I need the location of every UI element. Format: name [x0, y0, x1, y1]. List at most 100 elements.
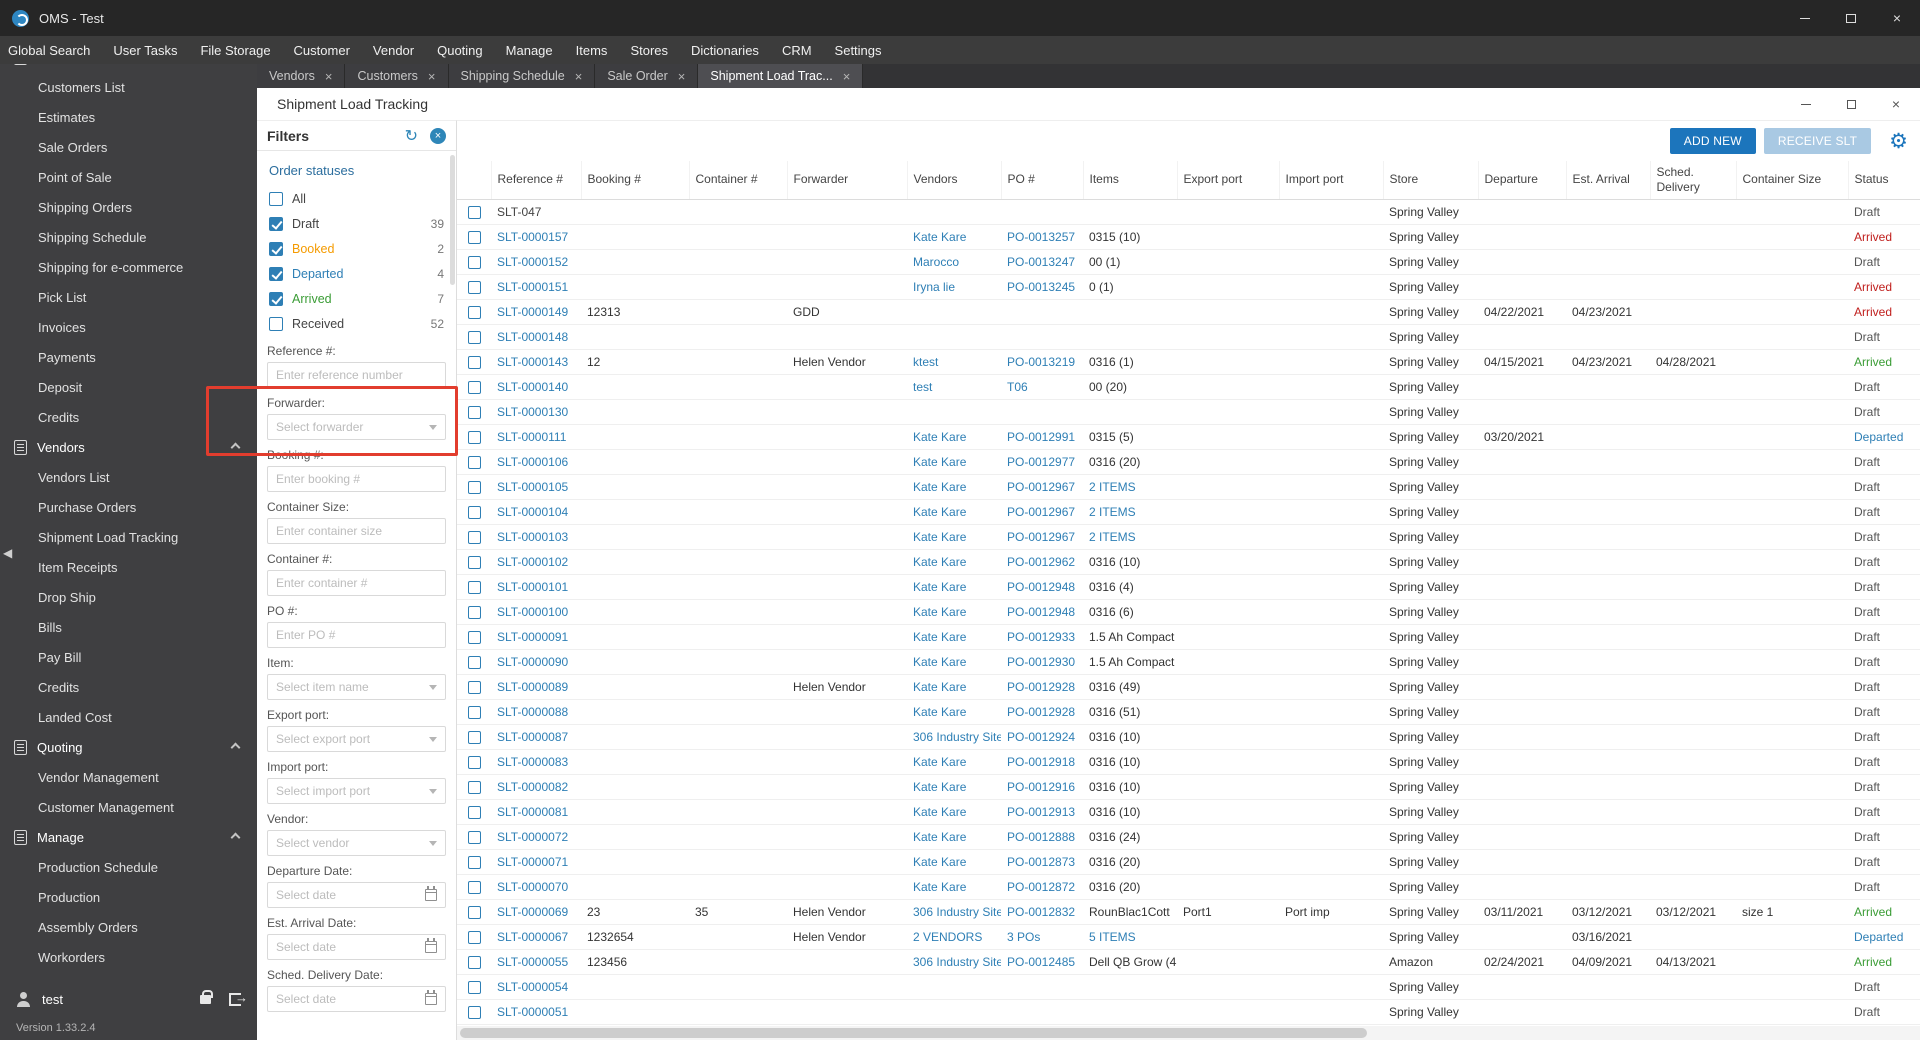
cell-vendors[interactable]: Kate Kare	[907, 799, 1001, 825]
cell-po[interactable]: PO-0012967	[1001, 524, 1083, 550]
cell-reference[interactable]: SLT-0000149	[491, 299, 581, 325]
table-row[interactable]: SLT-0000070 Kate Kare PO-0012872 0316 (2…	[457, 874, 1920, 900]
close-button[interactable]: ×	[1874, 0, 1920, 36]
status-checkbox[interactable]	[269, 191, 283, 206]
table-row[interactable]: SLT-0000087 306 Industry Site PO-0012924…	[457, 724, 1920, 750]
cell-po[interactable]: 3 POs	[1001, 924, 1083, 950]
sidebar-item[interactable]: Customers List	[0, 72, 257, 102]
cell-items[interactable]: 2 ITEMS	[1083, 474, 1177, 500]
column-header[interactable]: Export port	[1177, 161, 1280, 200]
row-checkbox[interactable]	[467, 1005, 481, 1019]
cell-items[interactable]: 0316 (10)	[1083, 799, 1177, 825]
row-checkbox[interactable]	[467, 980, 481, 994]
cell-vendors[interactable]: Kate Kare	[907, 599, 1001, 625]
cell-reference[interactable]: SLT-0000104	[491, 499, 581, 525]
table-row[interactable]: SLT-0000069 23 35 Helen Vendor 306 Indus…	[457, 899, 1920, 925]
cell-po[interactable]: PO-0012928	[1001, 699, 1083, 725]
filter-field-input[interactable]: Select export port	[267, 726, 446, 752]
cell-reference[interactable]: SLT-0000152	[491, 249, 581, 275]
row-checkbox[interactable]	[467, 930, 481, 944]
cell-po[interactable]	[1001, 999, 1083, 1025]
cell-items[interactable]: RounBlac1Cott	[1083, 899, 1177, 925]
cell-vendors[interactable]: Kate Kare	[907, 524, 1001, 550]
cell-reference[interactable]: SLT-0000088	[491, 699, 581, 725]
cell-items[interactable]: 5 ITEMS	[1083, 924, 1177, 950]
cell-reference[interactable]: SLT-0000051	[491, 999, 581, 1025]
maximize-button[interactable]	[1828, 0, 1874, 36]
row-checkbox[interactable]	[467, 530, 481, 544]
tab[interactable]: Customers	[345, 64, 449, 88]
row-checkbox[interactable]	[467, 455, 481, 469]
row-checkbox[interactable]	[467, 780, 481, 794]
sidebar-item[interactable]: Estimates	[0, 102, 257, 132]
cell-po[interactable]	[1001, 199, 1083, 225]
cell-items[interactable]: 0316 (10)	[1083, 549, 1177, 575]
table-row[interactable]: SLT-0000148 Spring Valley Draft	[457, 324, 1920, 350]
cell-po[interactable]: PO-0012933	[1001, 624, 1083, 650]
sidebar-item[interactable]: Workorders	[0, 942, 257, 972]
row-checkbox[interactable]	[467, 605, 481, 619]
cell-items[interactable]: 0 (1)	[1083, 274, 1177, 300]
cell-reference[interactable]: SLT-0000143	[491, 349, 581, 375]
cell-reference[interactable]: SLT-0000089	[491, 674, 581, 700]
lock-icon[interactable]	[200, 989, 213, 1004]
sidebar-item[interactable]: Vendors List	[0, 462, 257, 492]
sidebar-item[interactable]: Shipping Schedule	[0, 222, 257, 252]
cell-items[interactable]: 0316 (10)	[1083, 774, 1177, 800]
cell-items[interactable]: 0316 (51)	[1083, 699, 1177, 725]
cell-items[interactable]: 0316 (20)	[1083, 849, 1177, 875]
row-checkbox[interactable]	[467, 405, 481, 419]
cell-vendors[interactable]	[907, 399, 1001, 425]
cell-po[interactable]: PO-0013247	[1001, 249, 1083, 275]
minimize-button[interactable]	[1782, 0, 1828, 36]
cell-reference[interactable]: SLT-0000102	[491, 549, 581, 575]
cell-po[interactable]: PO-0012872	[1001, 874, 1083, 900]
cell-po[interactable]: PO-0012832	[1001, 899, 1083, 925]
cell-po[interactable]: PO-0012967	[1001, 499, 1083, 525]
order-status-row[interactable]: Arrived 7	[257, 286, 456, 311]
row-checkbox[interactable]	[467, 330, 481, 344]
column-header[interactable]: Container Size	[1736, 161, 1849, 200]
cell-reference[interactable]: SLT-0000105	[491, 474, 581, 500]
cell-vendors[interactable]: 306 Industry Site	[907, 899, 1001, 925]
cell-reference[interactable]: SLT-0000130	[491, 399, 581, 425]
menu-item[interactable]: Settings	[835, 43, 882, 58]
table-row[interactable]: SLT-0000143 12 Helen Vendor ktest PO-001…	[457, 349, 1920, 375]
cell-po[interactable]: PO-0013245	[1001, 274, 1083, 300]
filter-field-input[interactable]: Select item name	[267, 674, 446, 700]
cell-po[interactable]	[1001, 974, 1083, 1000]
tab[interactable]: Vendors	[257, 64, 346, 88]
table-row[interactable]: SLT-0000067 1232654 Helen Vendor 2 VENDO…	[457, 924, 1920, 950]
menu-item[interactable]: Vendor	[373, 43, 414, 58]
cell-items[interactable]	[1083, 399, 1177, 425]
tab-close-icon[interactable]	[325, 69, 333, 84]
cell-items[interactable]: 00 (20)	[1083, 374, 1177, 400]
order-status-row[interactable]: Booked 2	[257, 236, 456, 261]
column-header[interactable]: Status	[1848, 161, 1920, 200]
table-row[interactable]: SLT-047 Spring Valley Draft	[457, 199, 1920, 225]
row-checkbox[interactable]	[467, 830, 481, 844]
panel-minimize-button[interactable]	[1800, 103, 1811, 105]
sidebar-item[interactable]: Customer Management	[0, 792, 257, 822]
menu-item[interactable]: Stores	[630, 43, 668, 58]
order-status-row[interactable]: Draft 39	[257, 211, 456, 236]
cell-reference[interactable]: SLT-0000071	[491, 849, 581, 875]
cell-items[interactable]: 0316 (10)	[1083, 724, 1177, 750]
column-header[interactable]: Booking #	[581, 161, 690, 200]
cell-items[interactable]	[1083, 199, 1177, 225]
cell-vendors[interactable]: Kate Kare	[907, 449, 1001, 475]
sidebar-item[interactable]: Production	[0, 882, 257, 912]
row-checkbox[interactable]	[467, 755, 481, 769]
menu-item[interactable]: Manage	[506, 43, 553, 58]
column-header[interactable]: Sched. Delivery	[1650, 161, 1737, 200]
menu-item[interactable]: Global Search	[8, 43, 90, 58]
logout-icon[interactable]	[229, 990, 248, 1006]
cell-po[interactable]: PO-0013219	[1001, 349, 1083, 375]
cell-items[interactable]: 2 ITEMS	[1083, 499, 1177, 525]
row-checkbox[interactable]	[467, 955, 481, 969]
table-row[interactable]: SLT-0000083 Kate Kare PO-0012918 0316 (1…	[457, 749, 1920, 775]
table-row[interactable]: SLT-0000102 Kate Kare PO-0012962 0316 (1…	[457, 549, 1920, 575]
cell-vendors[interactable]: 306 Industry Site	[907, 724, 1001, 750]
sidebar-item[interactable]: Payments	[0, 342, 257, 372]
add-new-button[interactable]: ADD NEW	[1669, 128, 1756, 154]
